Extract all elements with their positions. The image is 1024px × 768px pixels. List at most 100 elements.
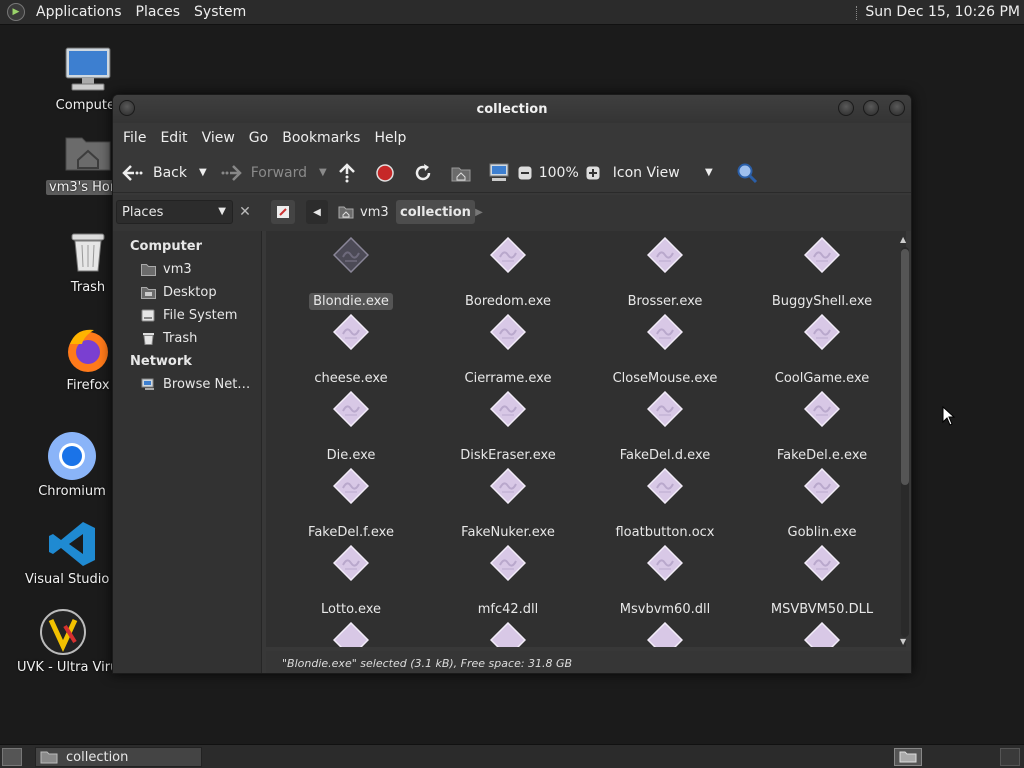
menu-help[interactable]: Help xyxy=(367,130,413,146)
desktop-icon-vscode[interactable]: Visual Studio Code xyxy=(22,518,124,587)
sidebar-item-desktop[interactable]: Desktop xyxy=(113,281,261,304)
file-item[interactable]: DiskEraser.exe xyxy=(433,391,583,464)
menu-go[interactable]: Go xyxy=(242,130,275,146)
computer-button[interactable] xyxy=(487,158,511,188)
sidebar-type-select[interactable]: Places ▼ xyxy=(116,200,233,224)
sidebar-item-label: File System xyxy=(163,308,238,323)
file-name-label: Lotto.exe xyxy=(320,602,382,617)
desktop-icon-label: Firefox xyxy=(66,378,110,393)
back-button[interactable]: Back xyxy=(121,158,187,188)
edit-location-button[interactable] xyxy=(271,200,295,224)
taskbar-item-label: collection xyxy=(66,749,129,765)
reload-icon xyxy=(411,161,435,185)
file-item[interactable]: FakeNuker.exe xyxy=(433,468,583,541)
file-item-partial[interactable] xyxy=(747,622,897,647)
window-menu-button[interactable] xyxy=(119,100,135,116)
menu-bookmarks[interactable]: Bookmarks xyxy=(275,130,367,146)
file-item[interactable]: cheese.exe xyxy=(276,314,426,387)
file-item[interactable]: Lotto.exe xyxy=(276,545,426,618)
zoom-in-button[interactable] xyxy=(585,158,601,188)
file-item[interactable]: FakeDel.f.exe xyxy=(276,468,426,541)
desktop-icon-uvk[interactable]: UVK - Ultra Virus Killer xyxy=(14,606,112,675)
home-button[interactable] xyxy=(449,158,473,188)
forward-button[interactable]: Forward xyxy=(219,158,307,188)
applications-menu[interactable]: Applications xyxy=(29,4,129,20)
minimize-button[interactable] xyxy=(838,100,854,116)
icon-view[interactable]: Blondie.exe Boredom.exe Brosser.exe BuggySh… xyxy=(266,231,906,647)
stop-button[interactable] xyxy=(373,158,397,188)
workspace-switcher[interactable] xyxy=(894,748,922,766)
home-folder-icon xyxy=(338,206,354,219)
scrollbar-thumb[interactable] xyxy=(901,249,909,485)
file-item[interactable]: Goblin.exe xyxy=(747,468,897,541)
file-name-label: Die.exe xyxy=(326,448,376,463)
menu-view[interactable]: View xyxy=(195,130,242,146)
sidebar-item-file-system[interactable]: File System xyxy=(113,304,261,327)
file-item-partial[interactable] xyxy=(590,622,740,647)
file-item[interactable]: MSVBVM50.DLL xyxy=(747,545,897,618)
desktop-folder-icon xyxy=(141,287,156,299)
vertical-scrollbar[interactable]: ▲ ▼ xyxy=(898,235,910,649)
search-icon xyxy=(735,161,759,185)
breadcrumb-scroll-left[interactable]: ◀ xyxy=(306,200,328,224)
reload-button[interactable] xyxy=(411,158,435,188)
breadcrumb-current[interactable]: collection xyxy=(396,200,475,224)
file-item[interactable]: Boredom.exe xyxy=(433,237,583,310)
distro-logo-icon[interactable]: ▶ xyxy=(7,3,25,21)
places-sidebar: Computer vm3 Desktop File System Trash N… xyxy=(113,231,262,673)
file-item[interactable]: Brosser.exe xyxy=(590,237,740,310)
mouse-cursor-icon xyxy=(942,406,956,426)
file-item[interactable]: Msvbvm60.dll xyxy=(590,545,740,618)
file-item[interactable]: FakeDel.d.exe xyxy=(590,391,740,464)
places-menu[interactable]: Places xyxy=(129,4,188,20)
file-name-label: Blondie.exe xyxy=(309,293,393,310)
breadcrumb-scroll-right[interactable]: ▶ xyxy=(472,200,486,224)
file-item[interactable]: mfc42.dll xyxy=(433,545,583,618)
file-item[interactable]: Cierrame.exe xyxy=(433,314,583,387)
menu-file[interactable]: File xyxy=(116,130,153,146)
drive-icon xyxy=(141,309,155,322)
chevron-down-icon: ▼ xyxy=(319,167,327,178)
up-button[interactable] xyxy=(335,158,359,188)
scroll-down-icon[interactable]: ▼ xyxy=(900,637,906,646)
file-name-label: DiskEraser.exe xyxy=(460,448,556,463)
clock[interactable]: Sun Dec 15, 10:26 PM xyxy=(856,4,1020,20)
forward-history-dropdown[interactable]: ▼ xyxy=(313,158,333,188)
executable-file-icon xyxy=(804,237,840,273)
file-name-label: FakeDel.e.exe xyxy=(776,448,868,463)
zoom-out-button[interactable] xyxy=(517,158,533,188)
close-button[interactable] xyxy=(889,100,905,116)
maximize-button[interactable] xyxy=(863,100,879,116)
show-desktop-icon[interactable] xyxy=(2,748,22,766)
sidebar-item-vm3[interactable]: vm3 xyxy=(113,258,261,281)
file-item[interactable]: CoolGame.exe xyxy=(747,314,897,387)
scroll-up-icon[interactable]: ▲ xyxy=(900,235,906,244)
uvk-icon xyxy=(37,606,89,658)
file-item[interactable]: CloseMouse.exe xyxy=(590,314,740,387)
file-item[interactable]: floatbutton.ocx xyxy=(590,468,740,541)
file-name-label: Msvbvm60.dll xyxy=(619,602,711,617)
zoom-in-icon xyxy=(585,161,601,185)
window-titlebar[interactable]: collection xyxy=(113,95,911,123)
file-item[interactable]: FakeDel.e.exe xyxy=(747,391,897,464)
view-mode-select[interactable]: Icon View ▼ xyxy=(613,158,719,188)
search-button[interactable] xyxy=(735,158,759,188)
trash-icon xyxy=(62,226,114,278)
file-item-partial[interactable] xyxy=(433,622,583,647)
file-item[interactable]: BuggyShell.exe xyxy=(747,237,897,310)
zoom-out-icon xyxy=(517,161,533,185)
back-history-dropdown[interactable]: ▼ xyxy=(193,158,213,188)
breadcrumb-home[interactable]: vm3 xyxy=(333,200,394,224)
desktop-icon-chromium[interactable]: Chromium xyxy=(22,430,122,499)
file-item[interactable]: Blondie.exe xyxy=(276,237,426,310)
taskbar-item-collection[interactable]: collection xyxy=(35,747,202,767)
trash-applet-icon[interactable] xyxy=(1000,748,1020,766)
zoom-level: 100% xyxy=(538,164,579,181)
system-menu[interactable]: System xyxy=(187,4,253,20)
close-sidebar-icon[interactable]: ✕ xyxy=(233,200,257,224)
file-item[interactable]: Die.exe xyxy=(276,391,426,464)
file-item-partial[interactable] xyxy=(276,622,426,647)
menu-edit[interactable]: Edit xyxy=(153,130,194,146)
sidebar-item-trash[interactable]: Trash xyxy=(113,327,261,350)
sidebar-item-browse-network[interactable]: Browse Net… xyxy=(113,373,261,396)
